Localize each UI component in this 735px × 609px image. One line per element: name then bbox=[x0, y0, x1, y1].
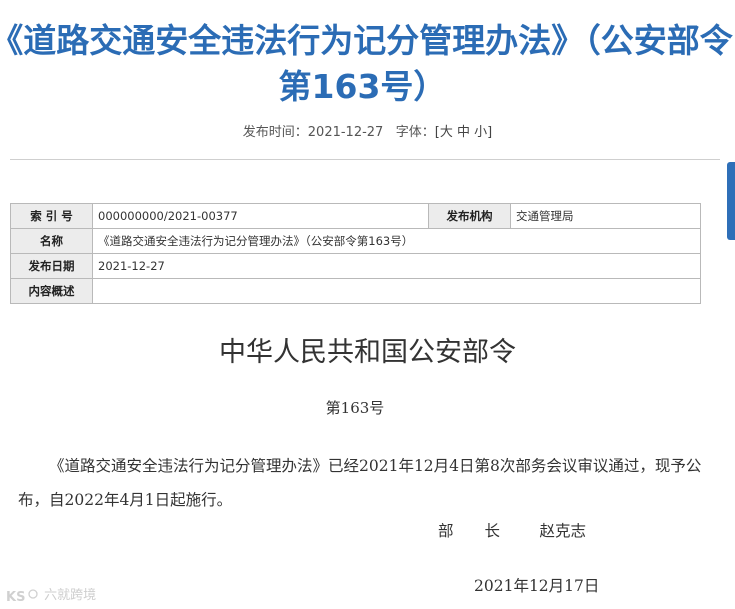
svg-text:KS: KS bbox=[6, 590, 25, 604]
name-label: 名称 bbox=[10, 228, 93, 254]
publish-time: 2021-12-27 bbox=[307, 125, 384, 140]
signature-date: 2021年12月17日 bbox=[474, 577, 600, 595]
table-row: 索 引 号 000000000/2021-00377 发布机构 交通管理局 bbox=[10, 203, 701, 229]
agency-label: 发布机构 bbox=[428, 203, 511, 229]
name-value: 《道路交通安全违法行为记分管理办法》（公安部令第163号） bbox=[92, 228, 701, 254]
table-row: 内容概述 bbox=[10, 278, 701, 304]
order-heading: 中华人民共和国公安部令 bbox=[219, 337, 516, 368]
signature-name: 赵克志 bbox=[539, 522, 586, 540]
agency-value: 交通管理局 bbox=[510, 203, 701, 229]
article-meta: 发布时间：2021-12-27 字体：[大 中 小] bbox=[0, 121, 735, 140]
index-label: 索 引 号 bbox=[10, 203, 93, 229]
font-size-large-button[interactable]: [大 bbox=[435, 125, 453, 140]
article-title: 《道路交通安全违法行为记分管理办法》（公安部令 第163号） bbox=[0, 18, 735, 110]
order-body-text: 《道路交通安全违法行为记分管理办法》已经2021年12月4日第8次部务会议审议通… bbox=[18, 457, 702, 509]
publish-time-label: 发布时间： bbox=[242, 125, 308, 140]
info-table: 索 引 号 000000000/2021-00377 发布机构 交通管理局 名称… bbox=[10, 203, 701, 304]
order-number: 第163号 bbox=[325, 399, 385, 417]
font-size-label: 字体： bbox=[395, 125, 435, 140]
article-title-line-2: 第163号） bbox=[278, 67, 447, 106]
table-row: 发布日期 2021-12-27 bbox=[10, 253, 701, 279]
font-size-small-button[interactable]: 小] bbox=[474, 125, 492, 140]
signature: 部 长 赵克志 bbox=[438, 519, 586, 541]
date-label: 发布日期 bbox=[10, 253, 93, 279]
watermark-logo-icon: KS bbox=[6, 588, 38, 605]
index-value: 000000000/2021-00377 bbox=[92, 203, 429, 229]
font-size-medium-button[interactable]: 中 bbox=[457, 125, 470, 140]
article-title-line-1: 《道路交通安全违法行为记分管理办法》（公安部令 bbox=[0, 21, 733, 60]
scrollbar-thumb[interactable] bbox=[727, 162, 735, 240]
watermark-text: 六就跨境 bbox=[44, 588, 97, 603]
table-row: 名称 《道路交通安全违法行为记分管理办法》（公安部令第163号） bbox=[10, 228, 701, 254]
header-divider bbox=[10, 159, 720, 160]
watermark: KS 六就跨境 bbox=[6, 584, 97, 605]
signature-title: 部 长 bbox=[438, 522, 501, 540]
summary-label: 内容概述 bbox=[10, 278, 93, 304]
date-value: 2021-12-27 bbox=[92, 253, 701, 279]
summary-value bbox=[92, 278, 701, 304]
